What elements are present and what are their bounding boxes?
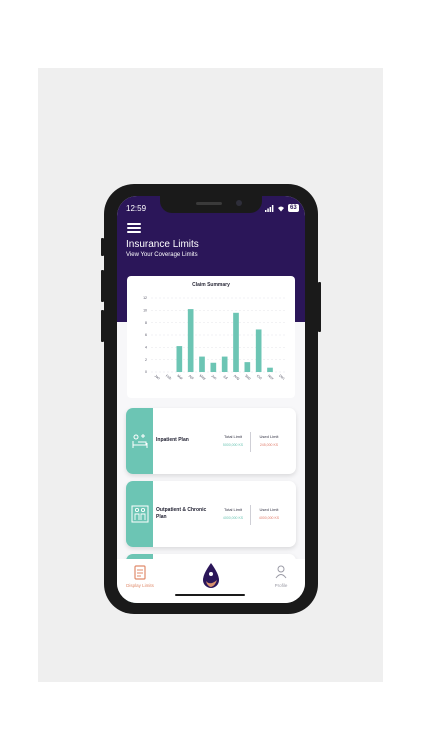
wifi-icon — [278, 206, 284, 211]
x-tick-label: Apr — [188, 374, 195, 381]
front-camera — [236, 200, 242, 206]
plan-card-inpatient[interactable]: Inpatient Plan Total Limit 5000,000 KS U… — [126, 408, 296, 474]
phone-side-button — [101, 310, 104, 342]
plan-name: Inpatient Plan — [156, 437, 189, 443]
y-tick-label: 8 — [145, 321, 147, 325]
doctor-patient-icon — [131, 505, 149, 523]
document-list-icon[interactable] — [133, 565, 147, 581]
hamburger-menu-icon[interactable] — [127, 223, 141, 233]
total-limit-label: Total Limit — [223, 507, 242, 512]
bar — [233, 312, 239, 372]
page-subtitle: View Your Coverage Limits — [126, 252, 198, 258]
bar — [199, 356, 205, 372]
x-tick-label: Dec — [278, 374, 286, 381]
bottom-nav: Display Limits Profile — [117, 559, 305, 603]
status-time: 12:59 — [126, 204, 147, 213]
plan-name: Outpatient & Chronic Plan — [156, 507, 207, 520]
total-limit-value: 5000,000 KS — [222, 443, 244, 447]
used-limit-value: 245,000 KS — [259, 443, 279, 447]
phone-side-button — [318, 282, 321, 332]
bar — [187, 309, 194, 372]
claim-summary-chart: 0 2 4 6 8 10 12 Jan Feb Mar Apr May Jun Jul Aug Sep Oct N… — [143, 296, 287, 381]
bar — [244, 362, 251, 372]
plan-card-outpatient[interactable]: Outpatient & Chronic Plan Total Limit 40… — [126, 481, 296, 547]
claim-summary-card: Claim Summary 0 2 4 6 8 10 12 Jan Feb Mar Apr May Ju… — [127, 276, 295, 398]
x-tick-label: May — [199, 374, 207, 381]
app-screen: 12:59 63 Insurance Limits View Your Cove… — [117, 196, 305, 603]
hospital-bed-icon — [132, 434, 148, 448]
x-tick-label: Aug — [233, 374, 240, 381]
used-limit-value: 4000,000 KS — [258, 516, 280, 520]
y-tick-label: 6 — [145, 333, 147, 337]
x-tick-label: Mar — [176, 374, 184, 381]
phone-side-button — [101, 238, 104, 256]
total-limit-label: Total Limit — [223, 434, 242, 439]
status-icons: 63 — [265, 204, 299, 212]
bar — [267, 367, 273, 372]
bar — [176, 346, 183, 372]
x-tick-label: Feb — [165, 374, 172, 381]
y-tick-label: 0 — [145, 370, 147, 374]
bar — [210, 362, 217, 372]
phone-side-button — [101, 270, 104, 302]
nav-display-limits[interactable]: Display Limits — [120, 583, 160, 588]
x-tick-label: Nov — [267, 374, 275, 381]
page-title: Insurance Limits — [126, 239, 199, 250]
used-limit-label: Used Limit — [259, 507, 279, 512]
person-icon[interactable] — [275, 565, 287, 579]
signal-icon — [265, 204, 274, 212]
battery-indicator: 63 — [288, 204, 299, 212]
y-tick-label: 10 — [143, 309, 147, 313]
drop-logo-icon[interactable] — [200, 562, 222, 590]
used-limit-label: Used Limit — [259, 434, 279, 439]
x-tick-label: Jun — [210, 374, 217, 381]
bar — [221, 356, 228, 372]
phone-notch — [160, 196, 262, 213]
x-tick-label: Sep — [244, 374, 251, 381]
total-limit-value: 4000,000 KS — [222, 516, 244, 520]
nav-profile[interactable]: Profile — [261, 583, 301, 588]
speaker — [196, 202, 222, 205]
y-tick-label: 12 — [143, 296, 147, 300]
x-tick-label: Jul — [222, 374, 228, 380]
y-tick-label: 4 — [145, 346, 147, 350]
bar — [255, 329, 262, 372]
x-tick-label: Oct — [256, 374, 263, 380]
x-tick-label: Jan — [154, 374, 161, 381]
home-indicator — [175, 594, 245, 596]
y-tick-label: 2 — [145, 358, 147, 362]
